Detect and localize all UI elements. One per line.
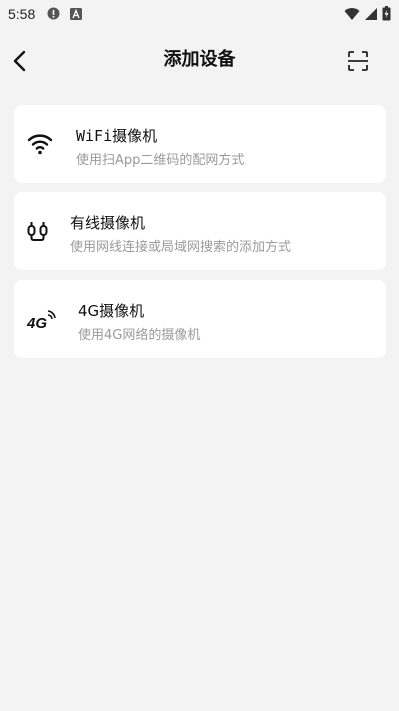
status-right-icons (344, 6, 391, 25)
status-time: 5:58 (8, 6, 36, 22)
scan-button[interactable] (347, 50, 369, 72)
option-title: 4G摄像机 (78, 302, 145, 320)
wifi-camera-option[interactable]: WiFi摄像机 使用扫App二维码的配网方式 (14, 105, 386, 183)
cable-plug-icon (26, 218, 54, 244)
status-left-icons (47, 5, 83, 24)
4g-camera-option[interactable]: 4G 4G摄像机 使用4G网络的摄像机 (14, 280, 386, 358)
signal-icon (364, 6, 378, 25)
page-title: 添加设备 (163, 49, 236, 70)
font-icon (70, 5, 83, 24)
battery-icon (382, 6, 391, 25)
alert-icon (47, 5, 60, 24)
svg-text:4G: 4G (26, 315, 47, 332)
option-subtitle: 使用扫App二维码的配网方式 (76, 153, 245, 168)
scan-icon (348, 51, 368, 71)
wifi-icon (26, 131, 54, 157)
option-subtitle: 使用4G网络的摄像机 (78, 328, 201, 343)
wired-camera-option[interactable]: 有线摄像机 使用网线连接或局域网搜索的添加方式 (14, 192, 386, 270)
option-subtitle: 使用网线连接或局域网搜索的添加方式 (70, 240, 292, 255)
header: 添加设备 (0, 36, 399, 82)
wifi-icon (344, 6, 360, 25)
option-title: 有线摄像机 (70, 214, 146, 232)
4g-icon: 4G (26, 306, 56, 332)
status-bar: 5:58 (0, 0, 399, 28)
option-title: WiFi摄像机 (76, 127, 158, 145)
